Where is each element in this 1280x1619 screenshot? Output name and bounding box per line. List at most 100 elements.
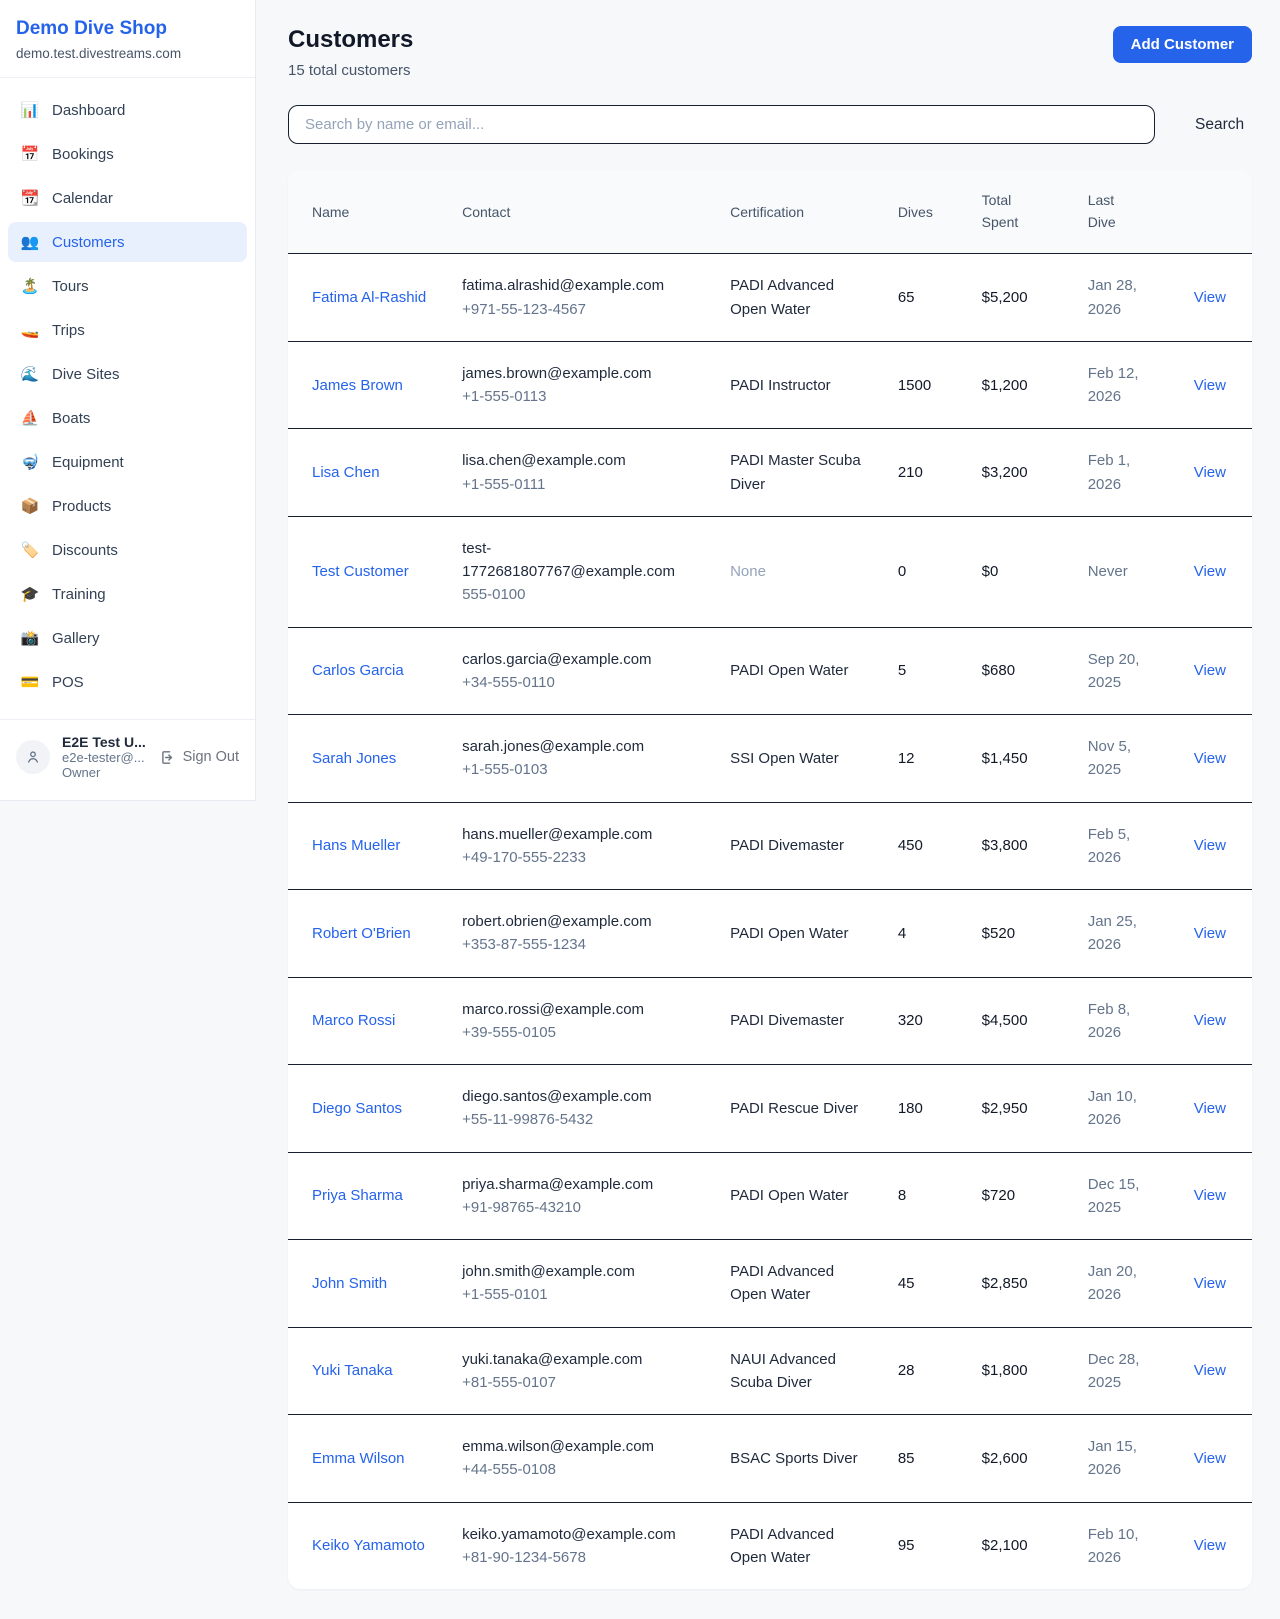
customers-table: NameContactCertificationDivesTotal Spent… [288,170,1252,1589]
sign-out-button[interactable]: Sign Out [159,749,239,766]
table-row: John Smith john.smith@example.com +1-555… [288,1240,1252,1328]
customer-last-dive: Feb 10, 2026 [1072,1502,1178,1589]
customer-total-spent: $2,850 [966,1240,1072,1328]
customer-name-link[interactable]: Hans Mueller [312,837,400,854]
sidebar-item-gallery[interactable]: 📸 Gallery [8,618,247,658]
view-customer-link[interactable]: View [1194,1275,1226,1292]
view-customer-link[interactable]: View [1194,1100,1226,1117]
bar-chart-icon: 📊 [20,101,40,119]
search-input[interactable] [288,105,1155,144]
sidebar-item-equipment[interactable]: 🤿 Equipment [8,442,247,482]
shop-name-link[interactable]: Demo Dive Shop [16,18,239,40]
sidebar-item-training[interactable]: 🎓 Training [8,574,247,614]
sidebar-item-bookings[interactable]: 📅 Bookings [8,134,247,174]
view-customer-link[interactable]: View [1194,925,1226,942]
customer-dives: 85 [882,1415,966,1503]
customer-name-link[interactable]: Diego Santos [312,1100,402,1117]
customer-email: hans.mueller@example.com [462,823,702,846]
view-customer-link[interactable]: View [1194,837,1226,854]
customer-name-link[interactable]: Yuki Tanaka [312,1362,393,1379]
customer-total-spent: $3,800 [966,802,1072,890]
table-row: Sarah Jones sarah.jones@example.com +1-5… [288,715,1252,803]
sidebar-item-customers[interactable]: 👥 Customers [8,222,247,262]
island-icon: 🏝️ [20,277,40,295]
credit-card-icon: 💳 [20,673,40,691]
wave-icon: 🌊 [20,365,40,383]
view-customer-link[interactable]: View [1194,1537,1226,1554]
customer-name-link[interactable]: James Brown [312,377,403,394]
customer-name-link[interactable]: John Smith [312,1275,387,1292]
customer-name-link[interactable]: Priya Sharma [312,1187,403,1204]
page-title: Customers [288,26,413,54]
view-customer-link[interactable]: View [1194,289,1226,306]
package-icon: 📦 [20,497,40,515]
customer-name-link[interactable]: Test Customer [312,563,409,580]
customer-certification: PADI Open Water [714,890,882,978]
customer-name-link[interactable]: Sarah Jones [312,750,396,767]
user-role: Owner [62,765,147,780]
sidebar-item-dashboard[interactable]: 📊 Dashboard [8,90,247,130]
sidebar-item-trips[interactable]: 🚤 Trips [8,310,247,350]
customer-email: robert.obrien@example.com [462,910,702,933]
customer-name-link[interactable]: Lisa Chen [312,464,380,481]
sidebar-item-discounts[interactable]: 🏷️ Discounts [8,530,247,570]
customer-last-dive: Sep 20, 2025 [1072,627,1178,715]
sidebar-item-products[interactable]: 📦 Products [8,486,247,526]
customer-name-link[interactable]: Keiko Yamamoto [312,1537,425,1554]
graduation-cap-icon: 🎓 [20,585,40,603]
customer-certification: None [714,516,882,627]
customer-name-link[interactable]: Fatima Al-Rashid [312,289,426,306]
view-customer-link[interactable]: View [1194,1012,1226,1029]
customer-certification: PADI Rescue Diver [714,1065,882,1153]
customer-last-dive: Jan 20, 2026 [1072,1240,1178,1328]
table-row: Fatima Al-Rashid fatima.alrashid@example… [288,254,1252,342]
customer-dives: 4 [882,890,966,978]
customer-dives: 320 [882,977,966,1065]
user-email: e2e-tester@... [62,750,147,765]
search-button[interactable]: Search [1195,116,1244,134]
customer-total-spent: $3,200 [966,429,1072,517]
customer-total-spent: $1,800 [966,1327,1072,1415]
customer-name-link[interactable]: Carlos Garcia [312,662,404,679]
customer-dives: 65 [882,254,966,342]
view-customer-link[interactable]: View [1194,1450,1226,1467]
customer-phone: +91-98765-43210 [462,1196,702,1219]
customer-dives: 210 [882,429,966,517]
view-customer-link[interactable]: View [1194,750,1226,767]
customer-certification: PADI Open Water [714,1152,882,1240]
customer-name-link[interactable]: Emma Wilson [312,1450,405,1467]
customers-table-card: NameContactCertificationDivesTotal Spent… [288,170,1252,1589]
sidebar-item-boats[interactable]: ⛵ Boats [8,398,247,438]
customer-dives: 180 [882,1065,966,1153]
customer-phone: +49-170-555-2233 [462,846,702,869]
sign-out-icon [159,749,176,766]
customer-certification: PADI Divemaster [714,802,882,890]
customer-dives: 0 [882,516,966,627]
customer-name-link[interactable]: Marco Rossi [312,1012,395,1029]
customer-dives: 5 [882,627,966,715]
sidebar-item-label: Calendar [52,190,113,207]
sidebar-item-tours[interactable]: 🏝️ Tours [8,266,247,306]
view-customer-link[interactable]: View [1194,563,1226,580]
sidebar-item-pos[interactable]: 💳 POS [8,662,247,702]
view-customer-link[interactable]: View [1194,377,1226,394]
customer-name-link[interactable]: Robert O'Brien [312,925,411,942]
table-row: Marco Rossi marco.rossi@example.com +39-… [288,977,1252,1065]
view-customer-link[interactable]: View [1194,464,1226,481]
add-customer-button[interactable]: Add Customer [1113,26,1252,63]
sidebar-item-dive-sites[interactable]: 🌊 Dive Sites [8,354,247,394]
customer-dives: 8 [882,1152,966,1240]
customer-dives: 45 [882,1240,966,1328]
customer-total-spent: $1,200 [966,341,1072,429]
customer-last-dive: Feb 8, 2026 [1072,977,1178,1065]
table-row: Robert O'Brien robert.obrien@example.com… [288,890,1252,978]
view-customer-link[interactable]: View [1194,1187,1226,1204]
sidebar-item-calendar[interactable]: 📆 Calendar [8,178,247,218]
view-customer-link[interactable]: View [1194,662,1226,679]
view-customer-link[interactable]: View [1194,1362,1226,1379]
customer-total-spent: $520 [966,890,1072,978]
shop-domain: demo.test.divestreams.com [16,46,239,61]
customer-phone: +1-555-0111 [462,473,702,496]
people-icon: 👥 [20,233,40,251]
customer-total-spent: $2,600 [966,1415,1072,1503]
